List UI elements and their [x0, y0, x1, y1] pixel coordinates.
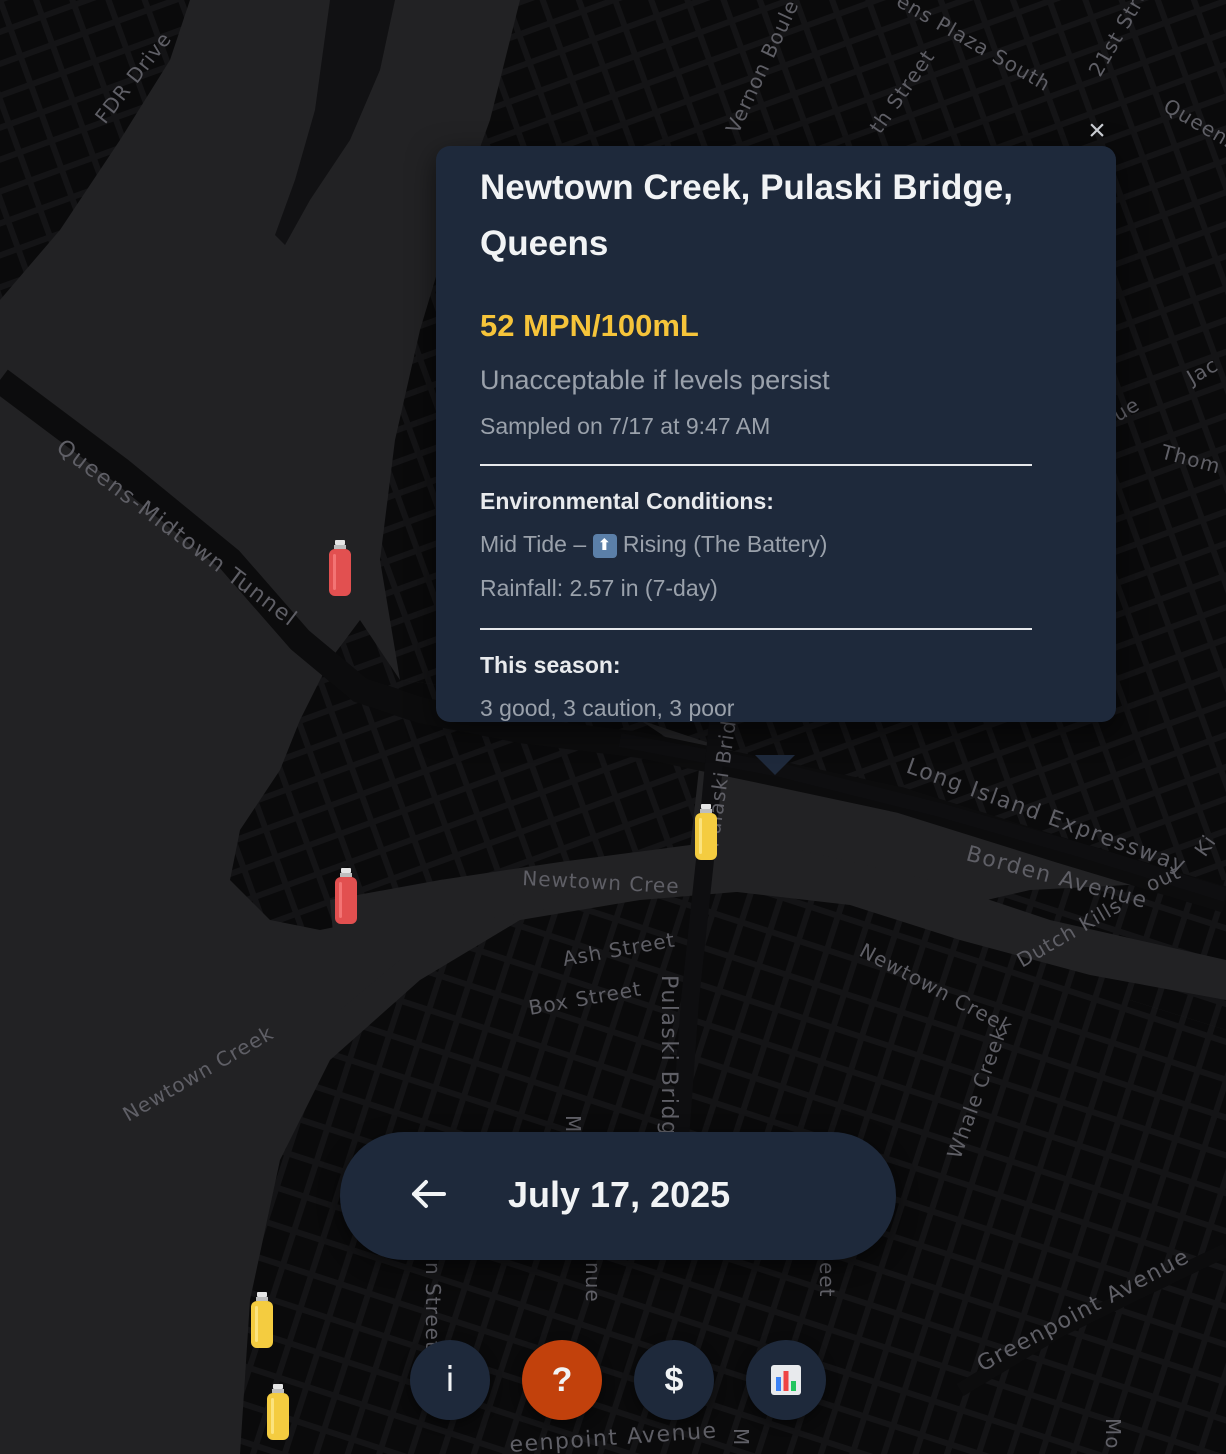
info-button[interactable]: i	[410, 1340, 490, 1420]
site-popup: Newtown Creek, Pulaski Bridge, Queens 52…	[436, 146, 1116, 722]
popup-title: Newtown Creek, Pulaski Bridge, Queens	[480, 168, 1013, 263]
map-label-eet: eet	[815, 1262, 839, 1297]
bar-chart-icon	[771, 1365, 801, 1395]
rainfall-info: Rainfall: 2.57 in (7-day)	[480, 575, 718, 601]
stats-button[interactable]	[746, 1340, 826, 1420]
env-conditions-heading: Environmental Conditions:	[480, 488, 774, 514]
help-button[interactable]: ?	[522, 1340, 602, 1420]
bacteria-value: 52 MPN/100mL	[480, 308, 699, 343]
current-date: July 17, 2025	[508, 1174, 731, 1215]
map-label-m-street: M	[561, 1115, 585, 1133]
map-label-nue: nue	[581, 1262, 605, 1303]
map-label-pulaski-lower: Pulaski Bridg	[656, 975, 681, 1136]
arrow-left-icon[interactable]	[406, 1172, 450, 1216]
marker-yellow-bottle-2[interactable]	[266, 1384, 290, 1442]
season-heading: This season:	[480, 652, 621, 678]
marker-red-bottle-1[interactable]	[328, 540, 352, 598]
popup-pointer	[755, 755, 795, 775]
close-icon[interactable]: ×	[1082, 116, 1112, 146]
quality-status: Unacceptable if levels persist	[480, 365, 830, 395]
tide-info: Mid Tide – ⬆ Rising (The Battery)	[480, 528, 1032, 560]
map-label-mo: Mo	[1101, 1418, 1125, 1450]
tide-prefix: Mid Tide –	[480, 531, 587, 557]
tide-suffix: Rising (The Battery)	[622, 531, 828, 557]
marker-yellow-bottle-1[interactable]	[250, 1292, 274, 1350]
donate-button[interactable]: $	[634, 1340, 714, 1420]
map-label-m-bottom: M	[729, 1428, 753, 1446]
map-label-n-street: n Street	[421, 1262, 445, 1350]
divider	[480, 628, 1032, 630]
date-navigator: July 17, 2025	[340, 1132, 896, 1260]
sampled-time: Sampled on 7/17 at 9:47 AM	[480, 413, 771, 439]
marker-yellow-bottle-selected[interactable]	[694, 804, 718, 862]
up-arrow-icon: ⬆	[592, 534, 617, 558]
divider	[480, 464, 1032, 466]
season-summary: 3 good, 3 caution, 3 poor	[480, 695, 735, 721]
marker-red-bottle-2[interactable]	[334, 868, 358, 926]
